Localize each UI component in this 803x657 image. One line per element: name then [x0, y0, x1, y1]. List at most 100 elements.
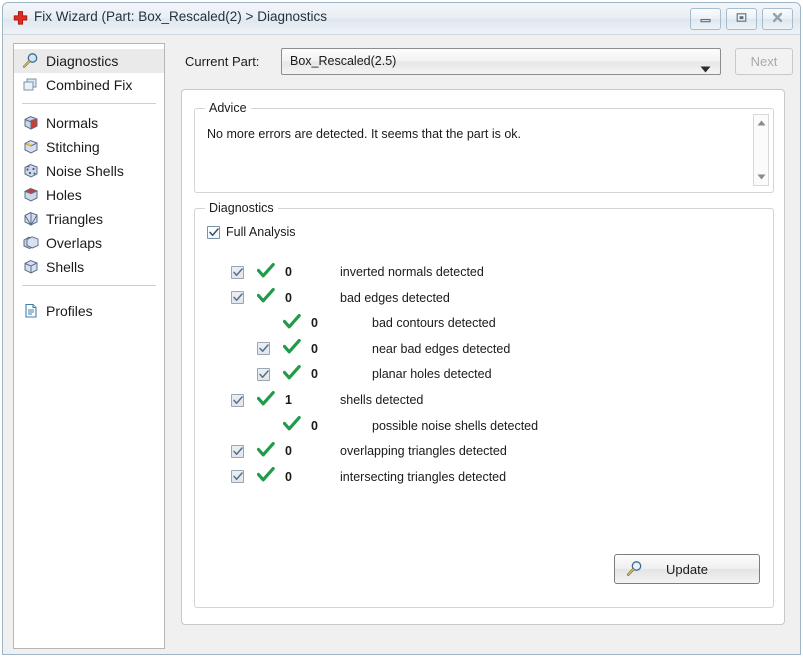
sidebar-separator — [22, 103, 156, 104]
diagnostic-count: 0 — [285, 265, 292, 279]
magnifier-icon — [625, 560, 645, 583]
sidebar-separator — [22, 285, 156, 286]
diagnostic-count: 0 — [311, 418, 318, 433]
diagnostic-row-checkbox[interactable] — [231, 444, 244, 458]
magnifier-icon — [21, 52, 41, 70]
diagnostic-row[interactable]: 0 intersecting triangles detected — [195, 464, 773, 490]
diagnostic-label: planar holes detected — [372, 367, 492, 382]
sidebar-item-noise-shells[interactable]: Noise Shells — [14, 159, 164, 183]
diagnostic-label: inverted normals detected — [340, 265, 484, 279]
close-button[interactable] — [762, 8, 793, 30]
green-check-icon — [282, 313, 301, 333]
diagnostic-count: 0 — [285, 290, 292, 305]
maximize-button[interactable] — [726, 8, 757, 30]
diagnostic-label: bad contours detected — [372, 316, 496, 331]
content-panel: Advice No more errors are detected. It s… — [181, 89, 785, 625]
diagnostic-count: 0 — [285, 469, 292, 484]
diagnostic-row[interactable]: 0 possible noise shells detected — [195, 413, 773, 439]
triangle-down-icon[interactable] — [754, 170, 768, 184]
sidebar-item-normals[interactable]: Normals — [14, 111, 164, 135]
current-part-dropdown[interactable]: Box_Rescaled(2.5) — [281, 48, 721, 75]
update-button[interactable]: Update — [614, 554, 760, 584]
title-bar: Fix Wizard (Part: Box_Rescaled(2) > Diag… — [3, 3, 800, 35]
window-controls — [690, 8, 793, 30]
diagnostic-count: 0 — [285, 444, 292, 459]
full-analysis-row[interactable]: Full Analysis — [207, 225, 295, 239]
sidebar-item-triangles[interactable]: Triangles — [14, 207, 164, 231]
diagnostic-label: bad edges detected — [340, 290, 450, 305]
diagnostic-row-checkbox[interactable] — [231, 265, 244, 279]
diagnostic-row-checkbox[interactable] — [231, 393, 244, 407]
diagnostic-row-checkbox[interactable] — [231, 291, 244, 305]
next-button-label: Next — [750, 54, 778, 69]
sidebar-group-profiles: Profiles — [14, 288, 164, 327]
diagnostic-row[interactable]: 0 inverted normals detected — [195, 259, 773, 285]
sidebar-item-label: Combined Fix — [46, 77, 133, 93]
full-analysis-checkbox[interactable] — [207, 225, 220, 239]
sidebar-item-profiles[interactable]: Profiles — [14, 299, 164, 323]
sidebar-item-label: Shells — [46, 259, 85, 275]
minimize-icon — [699, 10, 712, 28]
sidebar-item-holes[interactable]: Holes — [14, 183, 164, 207]
diagnostic-row[interactable]: 0 overlapping triangles detected — [195, 438, 773, 464]
stacked-boxes-icon — [21, 76, 41, 94]
cube-plain-icon — [21, 258, 41, 276]
diagnostic-label: near bad edges detected — [372, 341, 511, 356]
diagnostics-group-title: Diagnostics — [205, 201, 278, 215]
advice-text: No more errors are detected. It seems th… — [207, 127, 522, 141]
window-title: Fix Wizard (Part: Box_Rescaled(2) > Diag… — [34, 9, 327, 24]
maximize-icon — [735, 10, 748, 28]
sidebar-item-label: Stitching — [46, 139, 100, 155]
main-panel: Current Part: Box_Rescaled(2.5) Next Adv… — [173, 43, 793, 649]
update-button-label: Update — [666, 561, 708, 577]
diagnostic-row[interactable]: 0 planar holes detected — [195, 361, 773, 387]
close-icon — [771, 10, 784, 28]
diagnostic-label: shells detected — [340, 393, 424, 407]
sidebar-item-label: Normals — [46, 115, 99, 131]
chevron-down-icon — [700, 60, 711, 78]
minimize-button[interactable] — [690, 8, 721, 30]
green-check-icon — [282, 416, 301, 435]
next-button[interactable]: Next — [735, 48, 793, 75]
diagnostic-row[interactable]: 1 shells detected — [195, 387, 773, 413]
sidebar-item-combined-fix[interactable]: Combined Fix — [14, 73, 164, 97]
diagnostic-row[interactable]: 0 bad contours detected — [195, 310, 773, 336]
diagnostic-row-checkbox[interactable] — [231, 470, 244, 484]
sidebar-group-primary: Diagnostics Combined Fix — [14, 44, 164, 101]
sidebar-item-label: Diagnostics — [46, 53, 119, 69]
green-check-icon — [282, 339, 301, 358]
green-check-icon — [256, 390, 275, 410]
green-check-icon — [256, 467, 275, 486]
sidebar-item-stitching[interactable]: Stitching — [14, 135, 164, 159]
diagnostic-label: intersecting triangles detected — [340, 469, 507, 484]
sidebar-group-tools: Normals Stitching Noise Shells Holes Tri… — [14, 106, 164, 283]
diagnostic-row-checkbox[interactable] — [257, 367, 270, 381]
advice-group: Advice No more errors are detected. It s… — [194, 101, 774, 193]
green-check-icon — [256, 262, 275, 282]
green-check-icon — [256, 288, 275, 307]
diagnostic-row[interactable]: 0 bad edges detected — [195, 285, 773, 311]
sidebar-item-shells[interactable]: Shells — [14, 255, 164, 279]
green-check-icon — [282, 364, 301, 384]
full-analysis-label: Full Analysis — [226, 225, 296, 239]
triangle-up-icon[interactable] — [754, 116, 768, 130]
diagnostic-row[interactable]: 0 near bad edges detected — [195, 336, 773, 362]
diagnostic-count: 0 — [311, 316, 318, 331]
advice-scrollbar[interactable] — [753, 114, 769, 186]
cube-triangles-icon — [21, 210, 41, 228]
diagnostic-count: 1 — [285, 393, 292, 407]
sidebar-item-label: Overlaps — [46, 235, 103, 251]
current-part-label: Current Part: — [185, 54, 260, 69]
sidebar-item-label: Profiles — [46, 303, 93, 319]
sidebar-item-label: Holes — [46, 187, 82, 203]
diagnostic-count: 0 — [311, 367, 318, 382]
diagnostics-group: Diagnostics Full Analysis 0 inverted norm… — [194, 201, 774, 608]
diagnostic-label: possible noise shells detected — [372, 418, 539, 433]
sidebar-item-overlaps[interactable]: Overlaps — [14, 231, 164, 255]
diagnostic-row-checkbox[interactable] — [257, 342, 270, 356]
sidebar-item-label: Noise Shells — [46, 163, 124, 179]
cube-hole-icon — [21, 186, 41, 204]
cube-red-face-icon — [21, 114, 41, 132]
diagnostic-count: 0 — [311, 341, 318, 356]
sidebar-item-diagnostics[interactable]: Diagnostics — [14, 49, 164, 73]
